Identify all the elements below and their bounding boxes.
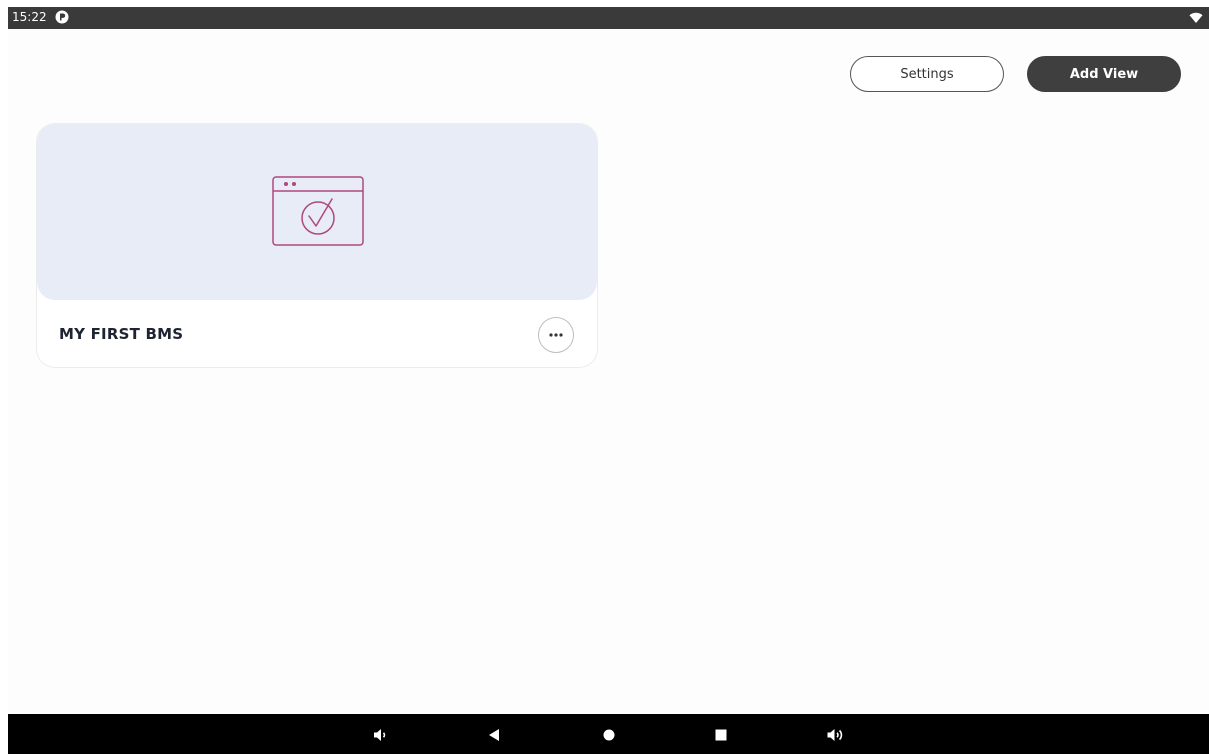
settings-button[interactable]: Settings [850,56,1004,92]
app-notification-icon [55,10,69,24]
more-horizontal-icon [549,333,563,337]
volume-up-icon[interactable] [826,726,844,744]
home-icon[interactable] [600,726,618,744]
status-time: 15:22 [12,10,47,24]
wifi-icon [1189,12,1203,23]
settings-button-label: Settings [900,66,954,82]
view-card-title: MY FIRST BMS [59,325,184,343]
volume-down-icon[interactable] [371,726,389,744]
recents-icon[interactable] [712,726,730,744]
browser-window-check-icon [272,176,364,246]
app-screen: 15:22 Settings Add View MY FIRST BMS [8,7,1209,754]
view-card-thumbnail[interactable] [37,124,597,300]
view-card-more-button[interactable] [538,317,574,353]
back-icon[interactable] [485,726,503,744]
add-view-button[interactable]: Add View [1027,56,1181,92]
status-bar: 15:22 [8,7,1209,29]
view-card[interactable]: MY FIRST BMS [37,124,597,367]
navigation-bar [8,714,1209,754]
add-view-button-label: Add View [1069,66,1139,82]
